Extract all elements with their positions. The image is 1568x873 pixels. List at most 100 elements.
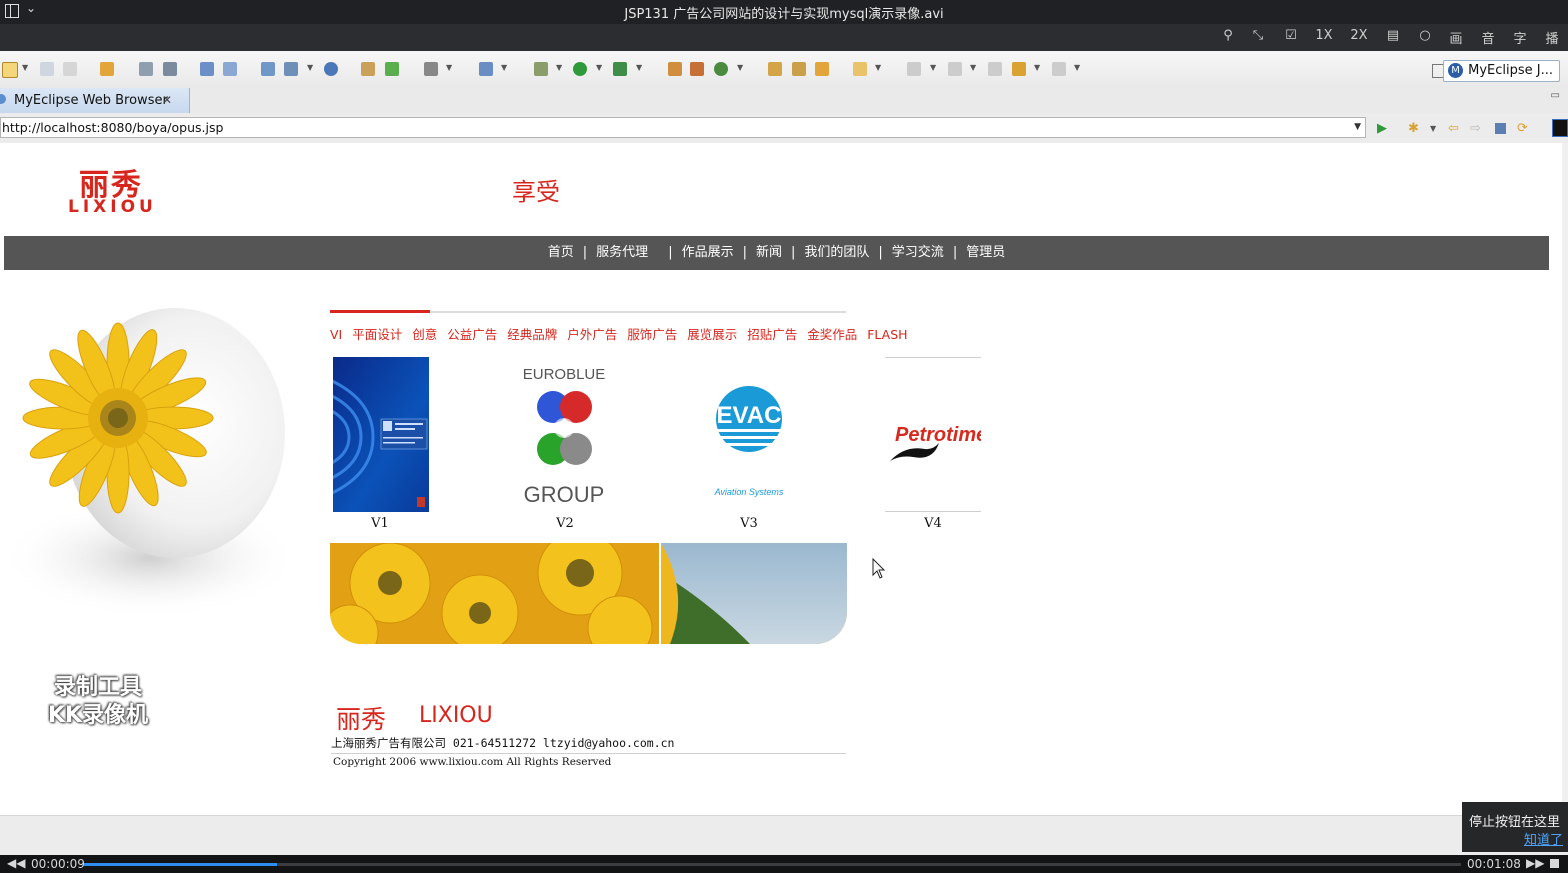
save-icon[interactable] <box>40 62 54 76</box>
forward-arrow-icon[interactable] <box>1052 62 1066 76</box>
run-server-icon[interactable] <box>284 62 298 76</box>
external-tools-dropdown-icon[interactable]: ▼ <box>636 63 642 72</box>
favorites-icon[interactable]: ✱ <box>1408 121 1422 136</box>
category-link[interactable]: 招贴广告 <box>747 327 797 342</box>
run-server-dropdown-icon[interactable]: ▼ <box>307 63 313 72</box>
new-dropdown-icon[interactable]: ▼ <box>22 63 28 72</box>
redeploy-icon[interactable] <box>223 62 237 76</box>
fast-forward-icon[interactable]: ▶▶ <box>1526 856 1544 870</box>
new-class-icon[interactable] <box>385 62 399 76</box>
prev-annotation-icon[interactable] <box>948 62 962 76</box>
stop-hint-dismiss-link[interactable]: 知道了 <box>1524 829 1563 848</box>
task-icon[interactable] <box>815 62 829 76</box>
debug-dropdown-icon[interactable]: ▼ <box>556 63 562 72</box>
close-icon[interactable]: ✕ <box>162 88 172 113</box>
print-icon[interactable] <box>63 62 77 76</box>
category-link[interactable]: 户外广告 <box>567 327 617 342</box>
back-dropdown-icon[interactable]: ▼ <box>1034 63 1040 72</box>
browser-forward-icon[interactable]: ⇨ <box>1470 121 1484 136</box>
search-folder-icon[interactable] <box>853 62 867 76</box>
rewind-icon[interactable]: ◀◀ <box>7 856 25 870</box>
site-logo-en[interactable]: LIXIOU <box>68 197 157 217</box>
list-icon[interactable]: ▤ <box>1382 28 1404 43</box>
open-folder-icon[interactable] <box>768 62 782 76</box>
new-package-icon[interactable] <box>690 62 704 76</box>
work-thumbnail-v3[interactable]: EVAC Aviation Systems <box>701 357 797 512</box>
next-annotation-icon[interactable] <box>907 62 921 76</box>
subtitle-button[interactable]: 字 <box>1509 28 1531 47</box>
next-annotation-dropdown-icon[interactable]: ▼ <box>930 63 936 72</box>
nav-link-news[interactable]: 新闻 <box>756 236 782 270</box>
open-browser-icon[interactable] <box>479 62 493 76</box>
ide-status-bar <box>0 815 1568 856</box>
open-type-icon[interactable] <box>361 62 375 76</box>
server-icon[interactable] <box>163 62 177 76</box>
refresh-icon[interactable] <box>714 62 728 76</box>
terminal-dropdown-icon[interactable]: ▼ <box>446 63 452 72</box>
seek-track[interactable] <box>84 863 1461 866</box>
search-dropdown-icon[interactable]: ▼ <box>875 63 881 72</box>
stop-icon[interactable] <box>1495 123 1506 134</box>
external-tools-icon[interactable] <box>613 62 627 76</box>
nav-link-admin[interactable]: 管理员 <box>966 236 1005 270</box>
speed-2x-button[interactable]: 2X <box>1348 28 1370 43</box>
play-mode-button[interactable]: 播 <box>1541 28 1563 47</box>
debug-run-icon[interactable] <box>534 62 548 76</box>
url-input[interactable]: http://localhost:8080/boya/opus.jsp ▼ <box>0 117 1366 138</box>
category-link[interactable]: 服饰广告 <box>627 327 677 342</box>
minimize-icon[interactable]: ▭ <box>1551 90 1560 101</box>
category-link[interactable]: 平面设计 <box>352 327 402 342</box>
favorites-dropdown-icon[interactable]: ▼ <box>1430 124 1444 138</box>
nav-link-home[interactable]: 首页 <box>548 236 574 270</box>
checkbox-icon[interactable]: ☑ <box>1280 28 1302 43</box>
terminal-icon[interactable] <box>424 62 438 76</box>
work-thumbnail-v2[interactable]: EUROBLUE GROUP <box>517 357 613 512</box>
circle-icon[interactable]: ○ <box>1414 28 1436 43</box>
category-link[interactable]: FLASH <box>867 327 907 342</box>
new-project-icon[interactable] <box>668 62 682 76</box>
fullscreen-icon[interactable]: ⤡ <box>1247 28 1269 43</box>
browser-dropdown-icon[interactable]: ▼ <box>501 63 507 72</box>
category-link[interactable]: VI <box>330 327 342 342</box>
globe-icon[interactable] <box>324 62 338 76</box>
forward-dropdown-icon[interactable]: ▼ <box>1074 63 1080 72</box>
run-dropdown-icon[interactable]: ▼ <box>596 63 602 72</box>
deploy-icon[interactable] <box>200 62 214 76</box>
work-thumbnail-v4[interactable]: Petrotime <box>885 357 981 512</box>
audio-button[interactable]: 音 <box>1477 28 1499 47</box>
prev-annotation-dropdown-icon[interactable]: ▼ <box>970 63 976 72</box>
tab-web-browser[interactable]: MyEclipse Web Browser ✕ <box>0 88 190 113</box>
side-panel-icon[interactable] <box>1552 119 1568 137</box>
package-icon[interactable] <box>100 62 114 76</box>
speed-1x-button[interactable]: 1X <box>1313 28 1335 43</box>
run-icon[interactable] <box>573 62 587 76</box>
viewport-scrollbar[interactable] <box>1562 143 1568 815</box>
v3-logo-sub: Aviation Systems <box>714 487 784 497</box>
category-link[interactable]: 经典品牌 <box>507 327 557 342</box>
servers-icon[interactable] <box>261 62 275 76</box>
v4-logo-text: Petrotime <box>895 424 981 446</box>
go-icon[interactable]: ▶ <box>1377 121 1391 136</box>
edit-icon[interactable] <box>792 62 806 76</box>
nav-link-works[interactable]: 作品展示 <box>682 236 734 270</box>
browser-back-icon[interactable]: ⇦ <box>1448 121 1462 136</box>
perspective-button[interactable]: M MyEclipse J... <box>1443 60 1560 82</box>
nav-link-team[interactable]: 我们的团队 <box>804 236 869 270</box>
debug-icon[interactable] <box>139 62 153 76</box>
category-link[interactable]: 创意 <box>412 327 437 342</box>
category-link[interactable]: 展览展示 <box>687 327 737 342</box>
category-link[interactable]: 金奖作品 <box>807 327 857 342</box>
pin-icon[interactable]: ⚲ <box>1217 28 1239 43</box>
refresh-dropdown-icon[interactable]: ▼ <box>737 63 743 72</box>
work-thumbnail-v1[interactable] <box>333 357 429 512</box>
url-history-dropdown-icon[interactable]: ▼ <box>1354 118 1361 137</box>
back-arrow-icon[interactable] <box>1012 62 1026 76</box>
browser-refresh-icon[interactable]: ⟳ <box>1517 121 1531 136</box>
nav-link-services[interactable]: 服务代理 <box>596 236 648 270</box>
new-icon[interactable] <box>2 62 18 78</box>
last-edit-icon[interactable] <box>988 62 1002 76</box>
stop-button[interactable] <box>1550 859 1559 868</box>
picture-button[interactable]: 画 <box>1445 28 1467 47</box>
category-link[interactable]: 公益广告 <box>447 327 497 342</box>
nav-link-study[interactable]: 学习交流 <box>892 236 944 270</box>
